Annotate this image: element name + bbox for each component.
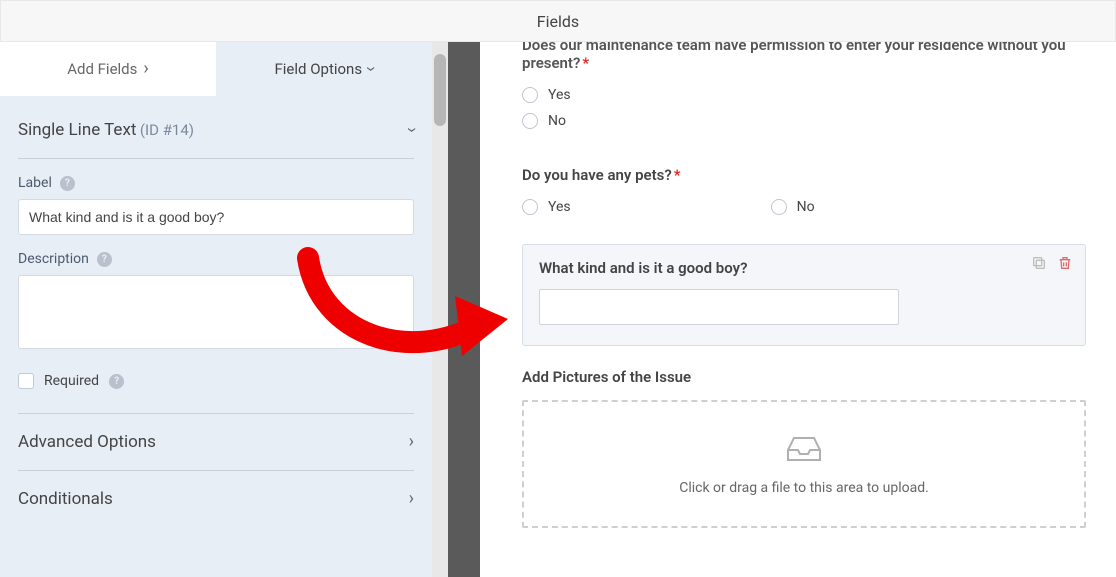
chevron-down-icon: › — [362, 66, 380, 71]
label-title: Label — [18, 175, 52, 191]
radio-label: Yes — [548, 199, 571, 215]
radio-option-no[interactable]: No — [771, 194, 815, 220]
required-row: Required ? — [18, 353, 414, 414]
tab-label: Field Options — [274, 60, 362, 78]
description-textarea[interactable] — [18, 275, 414, 349]
radio-option-yes[interactable]: Yes — [522, 82, 1086, 108]
label-group: Label ? — [18, 159, 414, 235]
main-container: Add Fields › Field Options › Single Line… — [0, 42, 1116, 577]
field-id-label: (ID #14) — [140, 121, 194, 139]
radio-grid: Yes No — [522, 194, 1086, 220]
required-label: Required — [44, 373, 99, 389]
help-icon[interactable]: ? — [109, 374, 124, 389]
tab-field-options[interactable]: Field Options › — [216, 42, 432, 96]
divider-dark — [448, 42, 480, 577]
radio-label: No — [548, 113, 566, 129]
label-title-row: Label ? — [18, 175, 414, 191]
tab-label: Add Fields — [67, 60, 137, 78]
field-actions — [1031, 255, 1073, 271]
chevron-down-icon: › — [402, 127, 420, 132]
scrollbar-thumb[interactable] — [434, 54, 446, 126]
conditionals-title: Conditionals — [18, 489, 113, 509]
selected-field-label: What kind and is it a good boy? — [539, 259, 1069, 277]
form-preview: Does our maintenance team have permissio… — [480, 42, 1116, 577]
selected-field-input[interactable] — [539, 289, 899, 325]
radio-label: No — [797, 199, 815, 215]
field-options-panel: Single Line Text (ID #14) › Label ? Desc… — [0, 96, 432, 577]
radio-icon[interactable] — [522, 113, 538, 129]
duplicate-icon[interactable] — [1031, 255, 1047, 271]
sidebar-tabs: Add Fields › Field Options › — [0, 42, 432, 96]
radio-option-no[interactable]: No — [522, 108, 1086, 134]
description-title-row: Description ? — [18, 251, 414, 267]
field-label: Does our maintenance team have permissio… — [522, 42, 1086, 72]
chevron-right-icon: › — [409, 490, 414, 508]
required-asterisk: * — [674, 166, 681, 184]
advanced-options-header[interactable]: Advanced Options › — [18, 414, 414, 471]
required-asterisk: * — [582, 54, 589, 72]
chevron-right-icon: › — [409, 433, 414, 451]
delete-icon[interactable] — [1057, 255, 1073, 271]
upload-field-label: Add Pictures of the Issue — [522, 368, 1086, 386]
field-type-label: Single Line Text — [18, 120, 136, 140]
page-title: Fields — [537, 12, 579, 31]
label-input[interactable] — [18, 199, 414, 235]
dropzone-text: Click or drag a file to this area to upl… — [679, 480, 929, 496]
radio-icon[interactable] — [522, 87, 538, 103]
field-label: Do you have any pets?* — [522, 166, 1086, 184]
description-title: Description — [18, 251, 89, 267]
page-header: Fields — [0, 0, 1116, 42]
file-dropzone[interactable]: Click or drag a file to this area to upl… — [522, 400, 1086, 528]
field-type-header[interactable]: Single Line Text (ID #14) › — [18, 114, 414, 159]
inbox-icon — [784, 432, 824, 468]
tab-add-fields[interactable]: Add Fields › — [0, 42, 216, 96]
description-group: Description ? — [18, 235, 414, 353]
advanced-title: Advanced Options — [18, 432, 156, 452]
sidebar-scrollbar[interactable] — [432, 42, 448, 577]
help-icon[interactable]: ? — [97, 252, 112, 267]
preview-field-selected[interactable]: What kind and is it a good boy? — [522, 244, 1086, 346]
radio-icon[interactable] — [771, 199, 787, 215]
conditionals-header[interactable]: Conditionals › — [18, 471, 414, 527]
preview-field-permission[interactable]: Does our maintenance team have permissio… — [522, 42, 1086, 152]
radio-option-yes[interactable]: Yes — [522, 194, 571, 220]
radio-icon[interactable] — [522, 199, 538, 215]
chevron-right-icon: › — [143, 60, 148, 78]
sidebar: Add Fields › Field Options › Single Line… — [0, 42, 432, 577]
preview-field-pets[interactable]: Do you have any pets?* Yes No — [522, 152, 1086, 238]
radio-label: Yes — [548, 87, 571, 103]
required-checkbox[interactable] — [18, 373, 34, 389]
help-icon[interactable]: ? — [60, 176, 75, 191]
